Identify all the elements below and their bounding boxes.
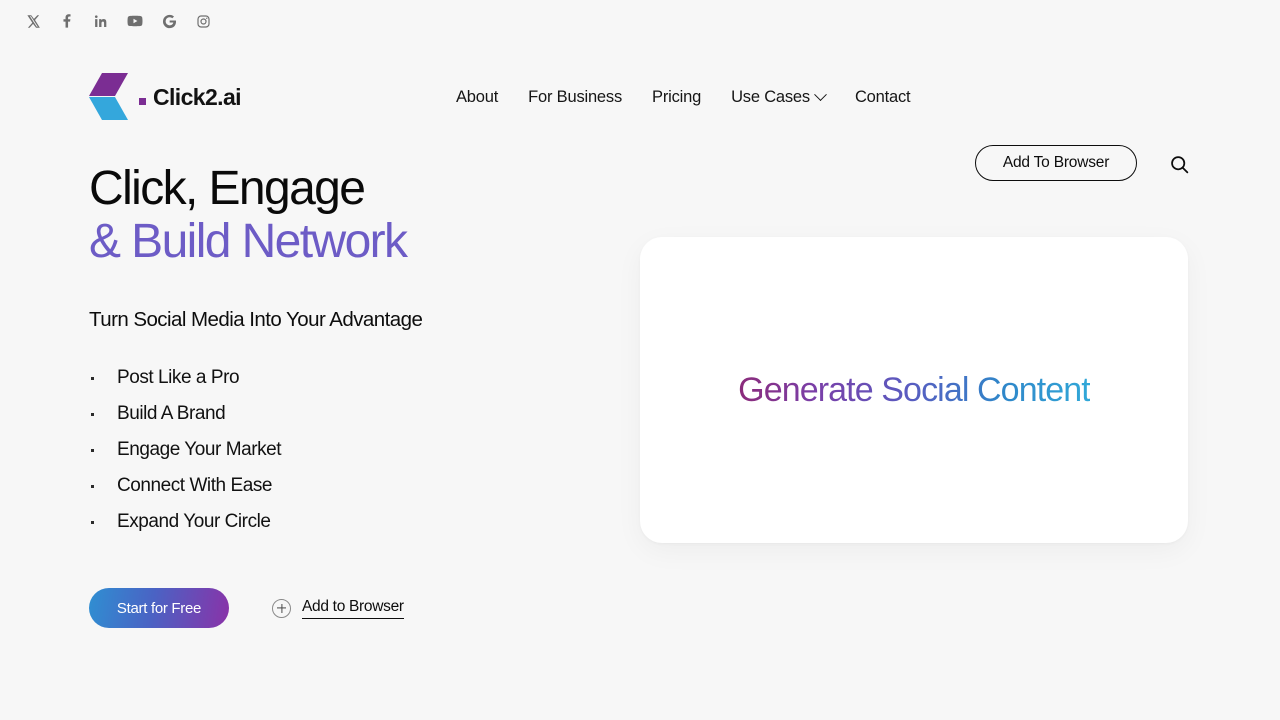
logo-separator-dot bbox=[139, 97, 146, 105]
hero-cta-row: Start for Free Add to Browser bbox=[89, 588, 404, 628]
page-title: Click, Engage & Build Network bbox=[89, 162, 609, 268]
nav-label: Use Cases bbox=[731, 87, 810, 106]
main-navigation: About For Business Pricing Use Cases Con… bbox=[456, 66, 925, 128]
bullet-dot-icon bbox=[89, 376, 117, 380]
x-twitter-icon[interactable] bbox=[24, 12, 42, 30]
nav-label: For Business bbox=[528, 87, 623, 106]
nav-item-contact[interactable]: Contact bbox=[840, 88, 925, 107]
list-item-label: Post Like a Pro bbox=[117, 367, 240, 388]
search-icon bbox=[1170, 155, 1188, 173]
hero-preview-card: Generate Social Content bbox=[640, 237, 1188, 543]
add-to-browser-link-label: Add to Browser bbox=[302, 598, 404, 619]
search-button[interactable] bbox=[1166, 151, 1192, 177]
nav-label: About bbox=[456, 87, 499, 106]
google-icon[interactable] bbox=[160, 12, 178, 30]
chevron-down-icon bbox=[814, 87, 827, 101]
nav-item-use-cases[interactable]: Use Cases bbox=[716, 88, 840, 107]
list-item-label: Engage Your Market bbox=[117, 439, 282, 460]
bullet-dot-icon bbox=[89, 448, 117, 452]
add-to-browser-header-button[interactable]: Add To Browser bbox=[975, 145, 1137, 181]
linkedin-icon[interactable] bbox=[92, 12, 110, 30]
bullet-dot-icon bbox=[89, 412, 117, 416]
facebook-icon[interactable] bbox=[58, 12, 76, 30]
list-item: Build A Brand bbox=[89, 396, 609, 432]
nav-item-about[interactable]: About bbox=[456, 88, 513, 107]
list-item: Engage Your Market bbox=[89, 432, 609, 468]
brand-name: Click2.ai bbox=[153, 83, 242, 110]
list-item-label: Expand Your Circle bbox=[117, 511, 271, 532]
logo-mark-icon bbox=[89, 73, 128, 120]
card-headline: Generate Social Content bbox=[738, 370, 1091, 409]
hero-feature-list: Post Like a Pro Build A Brand Engage You… bbox=[89, 360, 609, 540]
start-for-free-button[interactable]: Start for Free bbox=[89, 588, 229, 628]
youtube-icon[interactable] bbox=[126, 12, 144, 30]
list-item: Connect With Ease bbox=[89, 468, 609, 504]
social-links-bar bbox=[24, 8, 212, 34]
add-to-browser-link[interactable]: Add to Browser bbox=[272, 598, 404, 619]
nav-item-for-business[interactable]: For Business bbox=[513, 88, 637, 107]
list-item: Expand Your Circle bbox=[89, 504, 609, 540]
headline-line-2: & Build Network bbox=[89, 215, 408, 268]
bullet-dot-icon bbox=[89, 520, 117, 524]
nav-label: Pricing bbox=[652, 87, 702, 106]
headline-line-1: Click, Engage bbox=[89, 162, 366, 215]
site-header: Click2.ai About For Business Pricing Use… bbox=[0, 66, 1280, 181]
logo[interactable]: Click2.ai bbox=[88, 66, 242, 128]
list-item-label: Build A Brand bbox=[117, 403, 226, 424]
list-item: Post Like a Pro bbox=[89, 360, 609, 396]
hero-text-column: Click, Engage & Build Network Turn Socia… bbox=[89, 162, 609, 628]
nav-item-pricing[interactable]: Pricing bbox=[637, 88, 716, 107]
bullet-dot-icon bbox=[89, 484, 117, 488]
list-item-label: Connect With Ease bbox=[117, 475, 272, 496]
plus-circle-icon bbox=[272, 598, 291, 618]
hero-subheadline: Turn Social Media Into Your Advantage bbox=[89, 308, 423, 331]
nav-label: Contact bbox=[854, 87, 911, 106]
instagram-icon[interactable] bbox=[194, 12, 212, 30]
